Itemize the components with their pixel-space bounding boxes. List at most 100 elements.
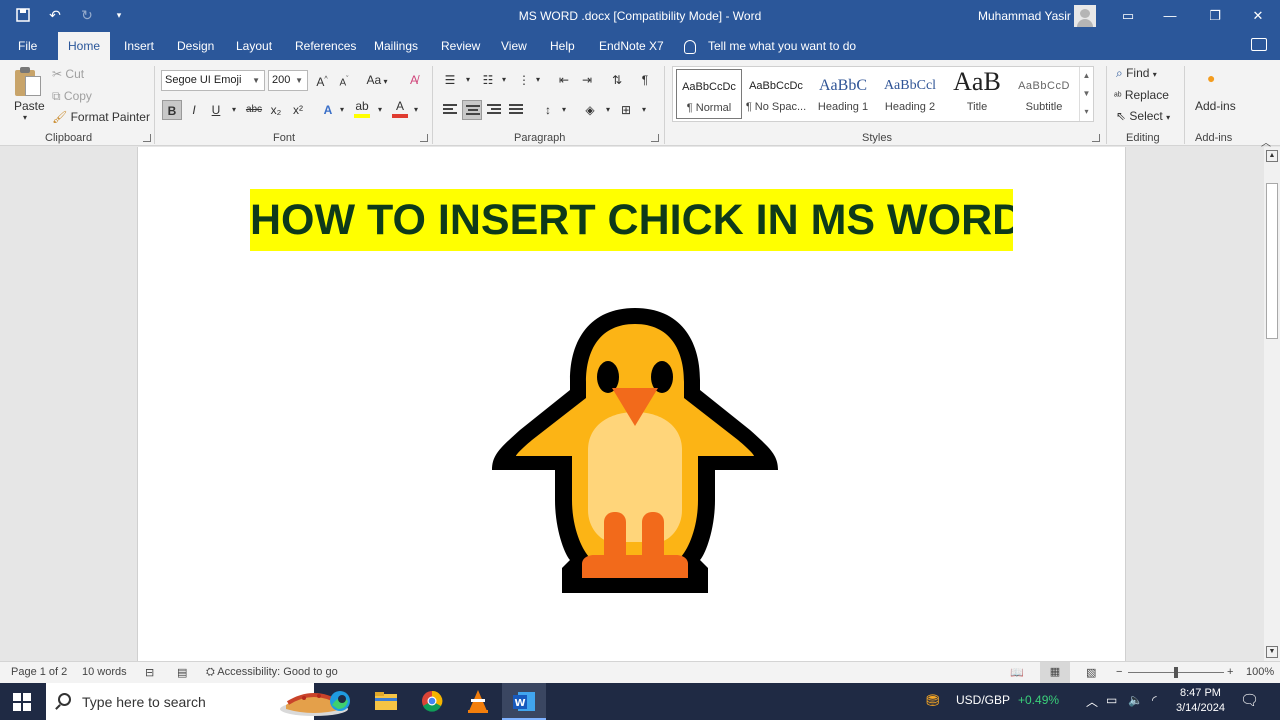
word-count[interactable]: 10 words [82,666,127,678]
highlight-dropdown-icon[interactable]: ▾ [370,100,390,120]
font-name-combo[interactable]: Segoe UI Emoji ▼ [161,70,265,91]
tab-file[interactable]: File [8,32,47,60]
more-styles-icon[interactable]: ▾ [1080,103,1093,121]
tab-endnote[interactable]: EndNote X7 [589,32,674,60]
proofing-icon[interactable]: ⊟ [145,666,154,679]
superscript-button[interactable]: x² [288,100,308,120]
tab-layout[interactable]: Layout [226,32,282,60]
currency-pair[interactable]: USD/GBP [956,693,1010,707]
chick-emoji-icon[interactable] [490,300,780,600]
cut-button[interactable]: ✂ Cut [52,67,84,81]
clear-formatting-icon[interactable]: A̸ [404,70,424,90]
page-count[interactable]: Page 1 of 2 [11,666,67,678]
italic-button[interactable]: I [184,100,204,120]
multilevel-dropdown-icon[interactable]: ▾ [528,70,548,90]
minimize-icon[interactable]: — [1160,6,1180,26]
shading-icon[interactable]: ◈ [580,100,600,120]
find-button[interactable]: ⌕ Find ▾ [1116,66,1157,81]
clipboard-launcher-icon[interactable] [143,134,151,142]
notifications-icon[interactable]: 🗨 [1240,691,1259,709]
scroll-down-icon[interactable]: ▼ [1266,646,1278,658]
paste-icon[interactable] [15,66,41,96]
borders-dropdown-icon[interactable]: ▾ [634,100,654,120]
style-heading-2[interactable]: AaBbCcl Heading 2 [877,69,943,119]
underline-dropdown-icon[interactable]: ▾ [224,100,244,120]
tab-design[interactable]: Design [167,32,224,60]
tab-references[interactable]: References [285,32,366,60]
currency-change[interactable]: +0.49% [1018,693,1059,707]
font-launcher-icon[interactable] [420,134,428,142]
tab-home[interactable]: Home [58,32,111,60]
tab-help[interactable]: Help [540,32,585,60]
replace-button[interactable]: ᵃᵇ Replace [1114,88,1169,102]
chrome-browser-icon[interactable] [410,683,454,720]
tab-view[interactable]: View [491,32,537,60]
zoom-in-icon[interactable]: + [1227,666,1233,678]
paste-button[interactable]: Paste [14,99,45,113]
macro-icon[interactable]: ▤ [177,666,187,679]
chevron-down-icon[interactable]: ▼ [1080,85,1093,103]
format-painter-button[interactable]: 🖌 Format Painter [52,110,150,124]
stocks-widget-icon[interactable]: ⛃ [926,691,939,711]
highlight-icon[interactable]: ab [352,98,372,118]
add-ins-button[interactable]: Add-ins [1195,99,1236,113]
numbering-dropdown-icon[interactable]: ▾ [494,70,514,90]
change-case-button[interactable]: Aa ▾ [362,70,392,90]
font-size-combo[interactable]: 200 ▼ [268,70,308,91]
scroll-up-icon[interactable]: ▲ [1266,150,1278,162]
add-ins-icon[interactable]: ● [1207,70,1215,86]
tab-insert[interactable]: Insert [114,32,164,60]
chevron-up-icon[interactable]: ▲ [1080,67,1093,85]
tab-mailings[interactable]: Mailings [364,32,428,60]
style-heading-1[interactable]: AaBbC Heading 1 [810,69,876,119]
file-explorer-icon[interactable] [364,683,408,720]
show-hidden-icons-icon[interactable]: ︿ [1086,693,1098,710]
read-mode-icon[interactable]: 📖 [1010,666,1024,679]
edge-browser-icon[interactable] [318,683,362,720]
line-spacing-dropdown-icon[interactable]: ▾ [554,100,574,120]
wifi-icon[interactable]: ◜ [1152,693,1157,707]
strikethrough-button[interactable]: abc [244,100,264,120]
zoom-out-icon[interactable]: − [1116,666,1122,678]
style-no-spacing[interactable]: AaBbCcDc ¶ No Spac... [743,69,809,119]
text-effects-dropdown-icon[interactable]: ▾ [332,100,352,120]
style-subtitle[interactable]: AaBbCcD Subtitle [1011,69,1077,119]
shrink-font-icon[interactable]: Aˇ [334,70,354,90]
taskbar-search[interactable]: Type here to search [46,683,348,720]
style-normal[interactable]: AaBbCcDc ¶ Normal [676,69,742,119]
web-layout-icon[interactable]: ▧ [1086,666,1096,679]
underline-button[interactable]: U [206,100,226,120]
document-heading[interactable]: HOW TO INSERT CHICK IN MS WORD [250,189,1013,251]
select-button[interactable]: ⇖ Select ▾ [1116,109,1170,123]
volume-icon[interactable]: 🔈 [1128,693,1143,707]
shading-dropdown-icon[interactable]: ▾ [598,100,618,120]
restore-icon[interactable]: ❐ [1205,6,1225,26]
word-app-icon[interactable]: W [502,683,546,720]
align-left-icon[interactable] [440,100,460,120]
grow-font-icon[interactable]: A^ [312,70,332,90]
paragraph-launcher-icon[interactable] [651,134,659,142]
close-icon[interactable]: ✕ [1248,6,1268,26]
zoom-level[interactable]: 100% [1246,666,1274,678]
sort-icon[interactable]: ⇅ [607,70,627,90]
windows-start-icon[interactable] [13,693,31,711]
user-name[interactable]: Muhammad Yasir [978,9,1071,23]
user-avatar[interactable] [1074,5,1096,27]
scrollbar-thumb[interactable] [1266,183,1278,339]
decrease-indent-icon[interactable]: ⇤ [554,70,574,90]
show-formatting-marks-icon[interactable]: ¶ [635,70,655,90]
vlc-player-icon[interactable] [456,683,500,720]
align-center-icon[interactable] [462,100,482,120]
bullets-icon[interactable]: ☰ [440,70,460,90]
tell-me-search[interactable]: Tell me what you want to do [684,32,856,60]
align-right-icon[interactable] [484,100,504,120]
increase-indent-icon[interactable]: ⇥ [577,70,597,90]
comments-icon[interactable] [1251,38,1267,51]
paste-dropdown-icon[interactable]: ▾ [23,113,27,122]
font-color-dropdown-icon[interactable]: ▾ [406,100,426,120]
borders-icon[interactable]: ⊞ [616,100,636,120]
zoom-slider-thumb[interactable] [1174,667,1178,678]
styles-launcher-icon[interactable] [1092,134,1100,142]
ribbon-display-options-icon[interactable]: ▭ [1118,6,1138,26]
vertical-scrollbar[interactable]: ▲ ▼ [1264,147,1280,661]
